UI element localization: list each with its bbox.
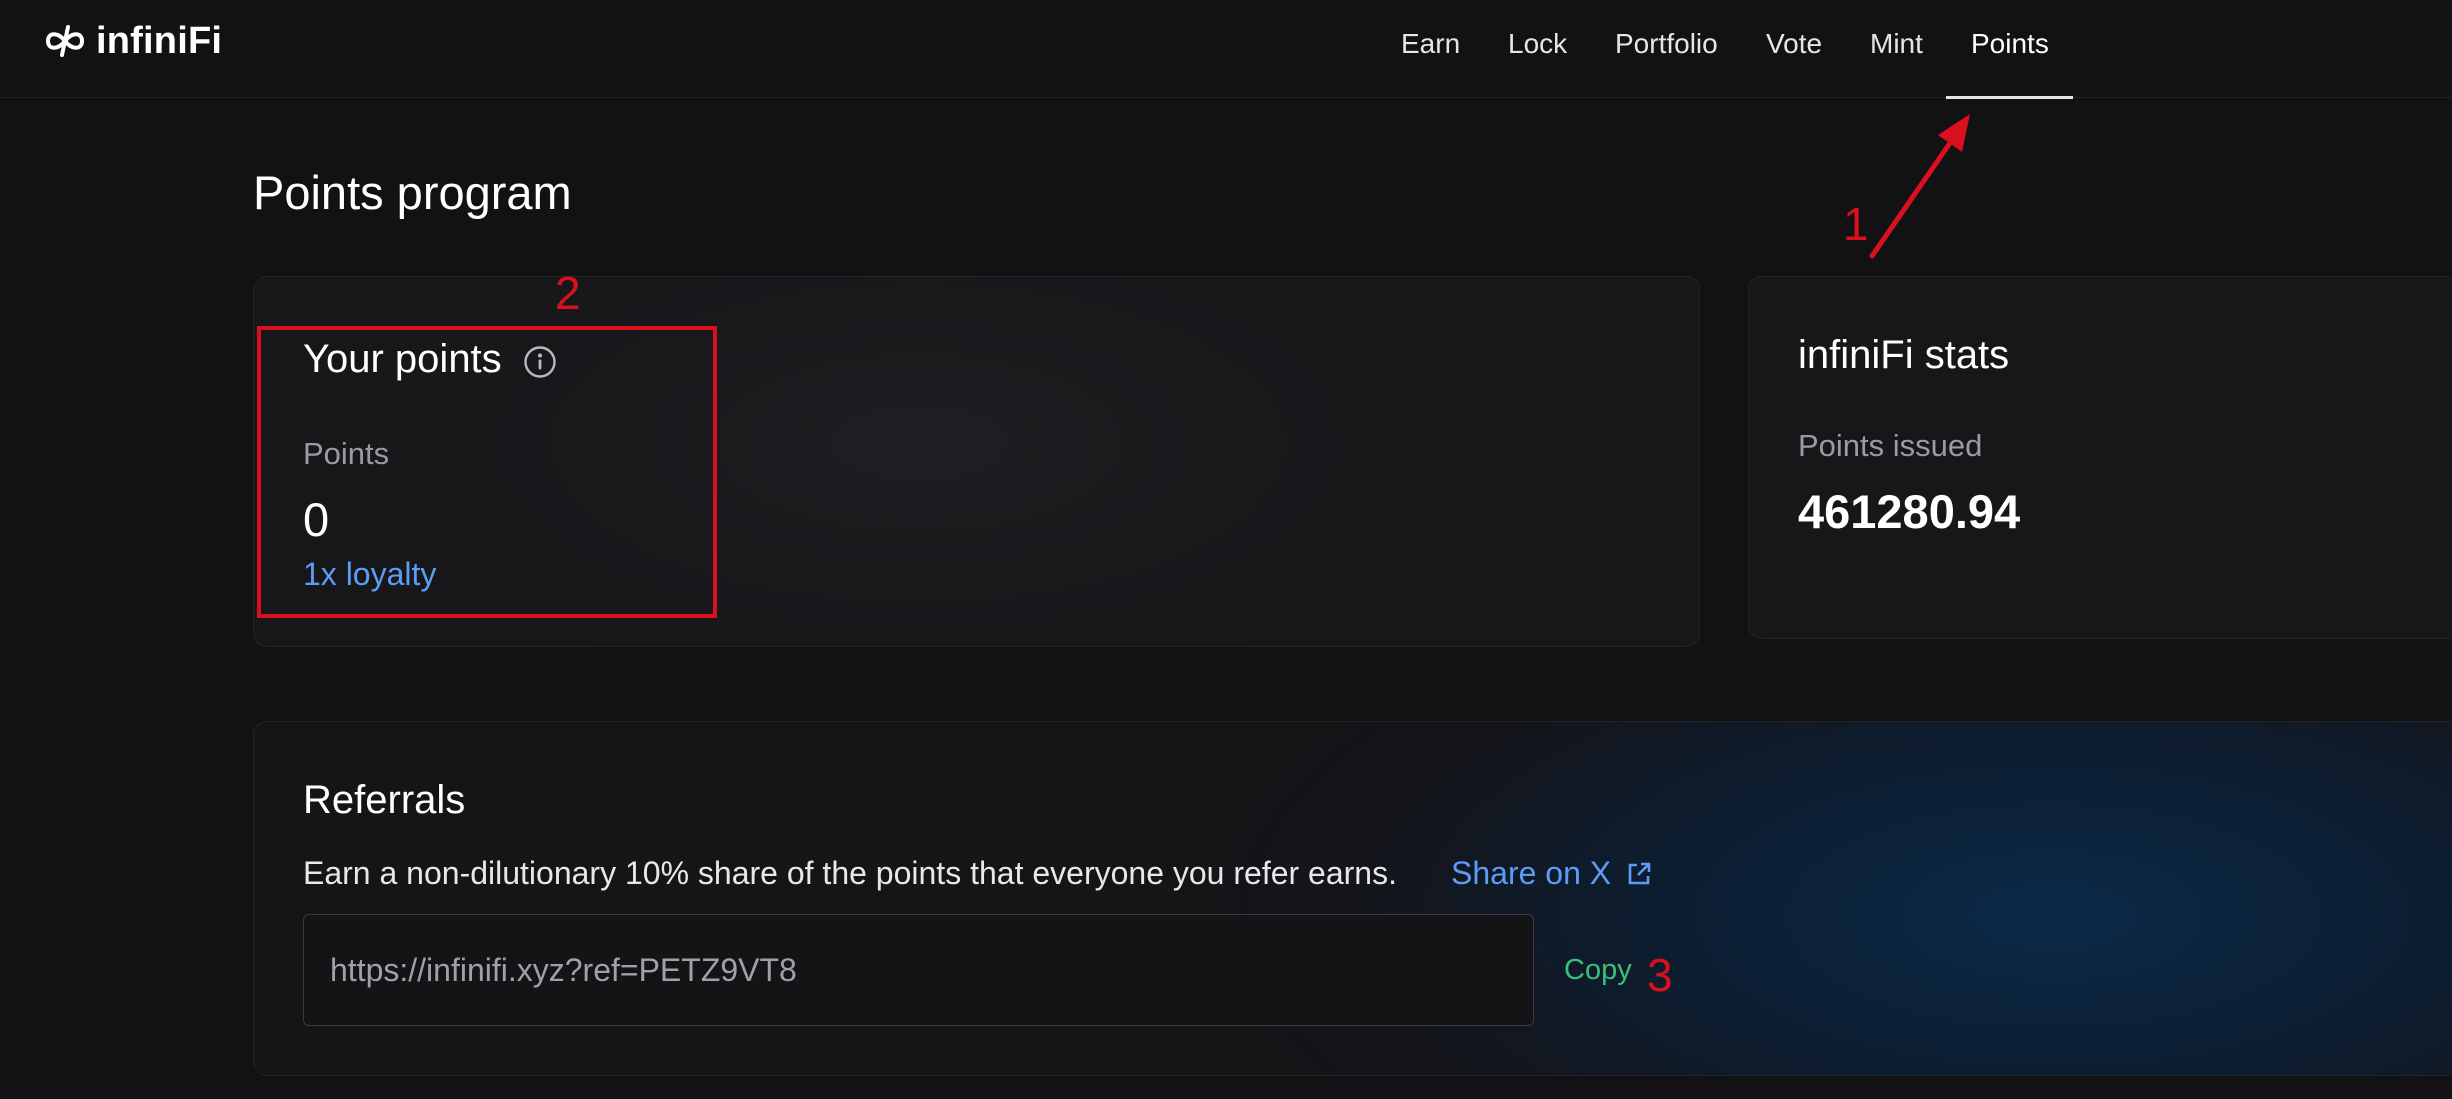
brand-logo[interactable]: infiniFi: [44, 18, 222, 64]
stats-title: infiniFi stats: [1798, 333, 2010, 377]
share-on-x-link[interactable]: Share on X: [1451, 855, 1653, 892]
annotation-number-1: 1: [1843, 198, 1869, 250]
nav-item-mint[interactable]: Mint: [1870, 28, 1923, 60]
nav-item-portfolio[interactable]: Portfolio: [1615, 28, 1718, 60]
points-issued-value: 461280.94: [1798, 485, 2021, 538]
referral-link-input[interactable]: [303, 914, 1534, 1026]
active-tab-indicator: [1946, 96, 2073, 99]
referrals-title: Referrals: [303, 778, 466, 822]
nav-item-vote[interactable]: Vote: [1766, 28, 1822, 60]
nav-item-lock[interactable]: Lock: [1508, 28, 1567, 60]
top-navigation-bar: infiniFi Earn Lock Portfolio Vote Mint P…: [0, 0, 2452, 99]
annotation-number-2: 2: [555, 267, 581, 319]
referrals-description: Earn a non-dilutionary 10% share of the …: [303, 855, 1397, 891]
page: infiniFi Earn Lock Portfolio Vote Mint P…: [0, 0, 2452, 1099]
external-link-icon: [1628, 862, 1651, 884]
share-on-x-label: Share on X: [1451, 855, 1612, 891]
infinity-icon: [45, 25, 85, 57]
points-issued-label: Points issued: [1798, 428, 1983, 463]
nav-item-earn[interactable]: Earn: [1401, 28, 1460, 60]
annotation-number-3: 3: [1647, 949, 1673, 1001]
annotation-box-your-points: [257, 326, 717, 618]
copy-button[interactable]: Copy: [1564, 954, 1632, 987]
brand-name: infiniFi: [96, 19, 223, 62]
page-title: Points program: [253, 166, 572, 219]
nav-item-points[interactable]: Points: [1971, 28, 2049, 60]
